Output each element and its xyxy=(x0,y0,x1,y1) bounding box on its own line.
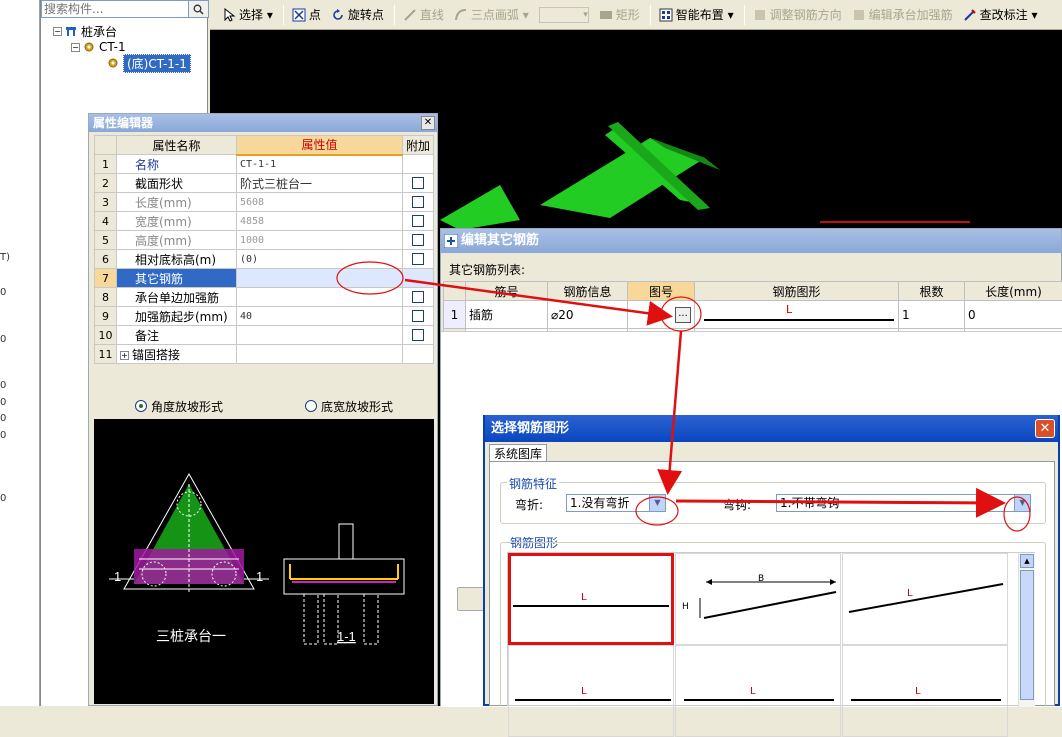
annotation-ellipse xyxy=(661,297,701,331)
annotation-ellipse xyxy=(337,262,403,294)
annotation-arrow xyxy=(668,331,681,490)
annotation-arrow xyxy=(676,501,1000,503)
annotation-overlay xyxy=(0,0,1062,706)
annotation-ellipse xyxy=(1004,497,1030,531)
annotation-arrow xyxy=(405,280,668,316)
annotation-ellipse xyxy=(636,497,678,525)
